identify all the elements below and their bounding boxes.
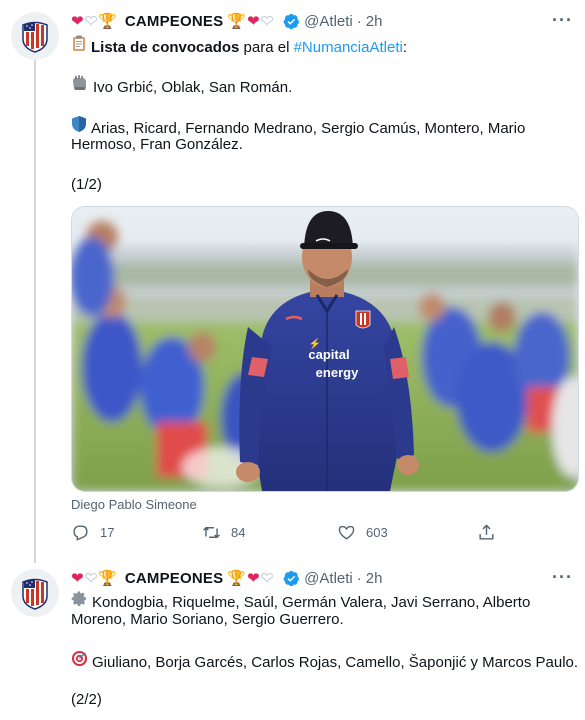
red-heart-icon: ❤ <box>247 570 260 587</box>
tweet-photo[interactable]: capital energy ⚡ <box>71 206 579 492</box>
emoji-decoration-2: 🏆 ❤ ❤ <box>227 569 274 588</box>
atletico-crest-icon <box>22 578 48 610</box>
tweet-1[interactable]: ❤ ❤ 🏆 CAMPEONES 🏆 ❤ ❤ @Atleti · 2h ··· L… <box>0 0 585 563</box>
gloves-icon <box>71 75 89 98</box>
separator-dot: · <box>356 569 362 587</box>
account-name[interactable]: CAMPEONES <box>125 13 223 30</box>
emoji-decoration-2: 🏆 ❤ ❤ <box>227 12 274 31</box>
thread-counter: (2/2) <box>71 691 102 708</box>
retweet-icon <box>203 527 220 538</box>
trophy-icon: 🏆 <box>227 13 247 30</box>
trophy-icon: 🏆 <box>227 570 247 587</box>
midfielders-text-1: Kondogbia, Riquelme, Saúl, Germán Valera… <box>92 594 531 611</box>
midfielders-line-2: Moreno, Mario Soriano, Sergio Guerrero. <box>71 611 344 628</box>
heart-icon <box>338 525 355 540</box>
target-icon <box>71 650 88 673</box>
atletico-crest-icon <box>22 21 48 53</box>
trophy-icon: 🏆 <box>98 13 117 30</box>
more-options-icon[interactable]: ··· <box>552 10 573 31</box>
forwards-line: Giuliano, Borja Garcés, Carlos Rojas, Ca… <box>71 650 578 673</box>
red-heart-icon: ❤ <box>71 570 84 587</box>
shirt-sponsor-line2: energy <box>316 365 359 380</box>
account-avatar[interactable] <box>11 569 59 617</box>
tweet-timestamp[interactable]: 2h <box>366 13 383 30</box>
forwards-text: Giuliano, Borja Garcés, Carlos Rojas, Ca… <box>92 654 579 671</box>
white-heart-icon: ❤ <box>260 13 274 31</box>
reply-button[interactable]: 17 <box>71 523 114 542</box>
more-options-icon[interactable]: ··· <box>552 567 573 588</box>
svg-text:⚡: ⚡ <box>309 337 321 350</box>
retweet-button[interactable]: 84 <box>202 523 245 542</box>
thread-counter: (1/2) <box>71 176 102 193</box>
thread-connector <box>34 60 36 563</box>
account-handle[interactable]: @Atleti <box>304 13 353 30</box>
like-button[interactable]: 603 <box>337 523 388 542</box>
trophy-icon: 🏆 <box>98 570 117 587</box>
white-heart-icon: ❤ <box>84 570 98 588</box>
tweet-2[interactable]: ❤ ❤ 🏆 CAMPEONES 🏆 ❤ ❤ @Atleti · 2h ··· K… <box>0 563 585 720</box>
goalkeepers-text: Ivo Grbić, Oblak, San Román. <box>93 79 293 96</box>
emoji-decoration: ❤ ❤ 🏆 <box>71 569 117 588</box>
account-name[interactable]: CAMPEONES <box>125 570 223 587</box>
clipboard-icon <box>71 35 87 58</box>
red-heart-icon: ❤ <box>71 13 84 30</box>
like-count: 603 <box>366 525 388 540</box>
defenders-line-2: Hermoso, Fran González. <box>71 136 243 153</box>
tweet-line-title: Lista de convocados para el #NumanciaAtl… <box>71 35 407 58</box>
separator-dot: · <box>356 12 362 30</box>
account-avatar[interactable] <box>11 12 59 60</box>
reply-count: 17 <box>100 525 115 540</box>
account-handle[interactable]: @Atleti <box>304 570 353 587</box>
share-icon <box>479 524 494 540</box>
list-mid-text: para el <box>243 39 290 56</box>
list-title: Lista de convocados <box>91 39 240 56</box>
verified-badge-icon <box>283 13 300 30</box>
tweet-header: ❤ ❤ 🏆 CAMPEONES 🏆 ❤ ❤ @Atleti · 2h ··· <box>71 567 573 589</box>
white-heart-icon: ❤ <box>84 13 98 31</box>
training-photo: capital energy ⚡ <box>72 207 578 491</box>
verified-badge-icon <box>283 570 300 587</box>
red-heart-icon: ❤ <box>247 13 260 30</box>
colon-text: : <box>402 39 407 56</box>
tweet-timestamp[interactable]: 2h <box>366 570 383 587</box>
white-heart-icon: ❤ <box>260 570 274 588</box>
tweet-header: ❤ ❤ 🏆 CAMPEONES 🏆 ❤ ❤ @Atleti · 2h ··· <box>71 10 573 32</box>
hashtag-link[interactable]: #NumanciaAtleti <box>294 39 403 56</box>
photo-caption: Diego Pablo Simeone <box>71 497 197 512</box>
emoji-decoration: ❤ ❤ 🏆 <box>71 12 117 31</box>
share-button[interactable] <box>477 523 496 542</box>
retweet-count: 84 <box>231 525 246 540</box>
tweet-actions: 17 84 603 <box>71 523 501 545</box>
goalkeepers-line: Ivo Grbić, Oblak, San Román. <box>71 75 292 98</box>
reply-icon <box>73 525 88 541</box>
